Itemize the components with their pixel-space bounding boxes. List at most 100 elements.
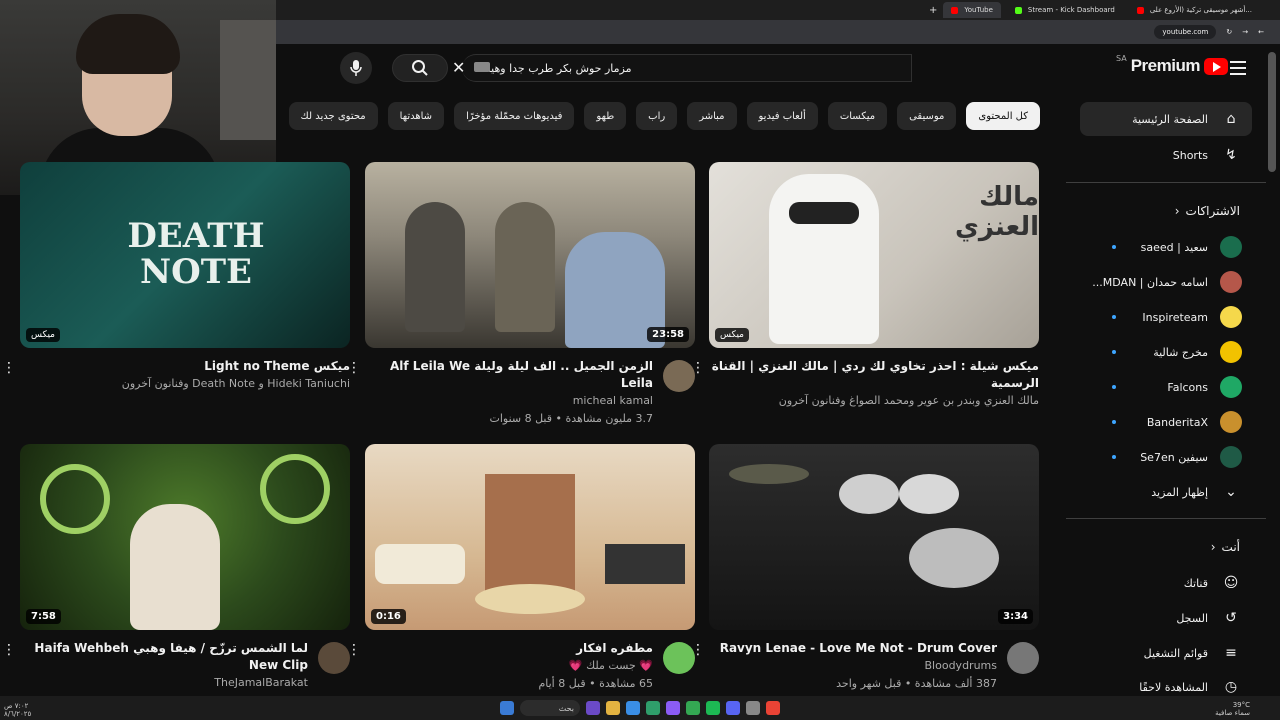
sidebar-sub-falcons[interactable]: Falcons bbox=[1080, 370, 1252, 404]
video-thumbnail[interactable]: DEATH NOTE ميكس bbox=[20, 162, 350, 348]
new-content-dot bbox=[1112, 385, 1116, 389]
chip-cooking[interactable]: طهو bbox=[584, 102, 627, 130]
sidebar-item-history[interactable]: ↺ السجل bbox=[1080, 601, 1252, 635]
video-channel[interactable]: micheal kamal bbox=[365, 392, 653, 410]
chip-recently-uploaded[interactable]: فيديوهات محمّلة مؤخرًا bbox=[454, 102, 575, 130]
youtube-play-icon bbox=[1203, 57, 1228, 75]
sidebar-sub-banderitax[interactable]: BanderitaX bbox=[1080, 405, 1252, 439]
app-icon[interactable] bbox=[726, 701, 740, 715]
you-header[interactable]: أنت ‹ bbox=[1080, 540, 1252, 554]
video-thumbnail[interactable]: 0:16 bbox=[365, 444, 695, 630]
video-stats: 65 مشاهدة • قبل 8 أيام bbox=[538, 677, 653, 690]
channel-avatar[interactable] bbox=[663, 642, 695, 674]
video-channel[interactable]: TheJamalBarakat bbox=[20, 674, 308, 692]
video-title[interactable]: الزمن الجميل .. الف ليلة وليلة Alf Leila… bbox=[365, 358, 653, 392]
sidebar-item-home[interactable]: ⌂ الصفحة الرئيسية bbox=[1080, 102, 1252, 136]
sidebar-sub-inspireteam[interactable]: Inspireteam bbox=[1080, 300, 1252, 334]
new-tab-button[interactable]: + bbox=[929, 5, 937, 16]
video-card[interactable]: 7:58 لما الشمس ترزّح / هيفا وهبي Haifa W… bbox=[2, 444, 350, 692]
chip-all[interactable]: كل المحتوى bbox=[966, 102, 1040, 130]
video-thumbnail[interactable]: 3:34 bbox=[709, 444, 1039, 630]
video-meta: مطفره افكار 💗 جست ملك 💗 65 مشاهدة • قبل … bbox=[347, 630, 695, 693]
search-button[interactable] bbox=[392, 54, 448, 82]
channel-icon: ☺ bbox=[1223, 575, 1239, 591]
video-title[interactable]: Ravyn Lenae - Love Me Not - Drum Cover bbox=[709, 640, 997, 657]
video-title[interactable]: ميكس شيلة : احذر تخاوي لك ردي | مالك الع… bbox=[709, 358, 1039, 392]
hamburger-menu-button[interactable] bbox=[1226, 56, 1250, 80]
store-icon[interactable] bbox=[626, 701, 640, 715]
avatar bbox=[1220, 376, 1242, 398]
sidebar-item-playlists[interactable]: ≡ قوائم التشغيل bbox=[1080, 636, 1252, 670]
background-lamp bbox=[220, 20, 276, 140]
video-title[interactable]: مطفره افكار bbox=[365, 640, 653, 657]
video-channel[interactable]: Bloodydrums bbox=[709, 657, 997, 675]
taskbar-search[interactable]: بحث bbox=[520, 700, 580, 716]
chip-rap[interactable]: راب bbox=[636, 102, 678, 130]
chip-live[interactable]: مباشر bbox=[687, 102, 737, 130]
app-icon[interactable] bbox=[746, 701, 760, 715]
video-thumbnail[interactable]: 23:58 bbox=[365, 162, 695, 348]
refresh-icon[interactable]: ↻ bbox=[1226, 28, 1232, 36]
channel-avatar[interactable] bbox=[318, 642, 350, 674]
video-thumbnail[interactable]: مالك العنزي ميكس bbox=[709, 162, 1039, 348]
sidebar-sub-se7en[interactable]: سيفين Se7en bbox=[1080, 440, 1252, 474]
video-duration: 0:16 bbox=[371, 609, 406, 624]
search-query-text: مزمار حوش بكر طرب جدا وهيامه bbox=[476, 61, 632, 75]
app-icon[interactable] bbox=[706, 701, 720, 715]
sidebar-item-shorts[interactable]: ↯ Shorts bbox=[1080, 138, 1252, 172]
video-channel[interactable]: Hideki Taniuchi و Death Note وفنانون آخر… bbox=[20, 375, 350, 393]
subscriptions-header[interactable]: الاشتراكات ‹ bbox=[1080, 204, 1252, 218]
thumbnail-bed bbox=[605, 544, 685, 584]
video-thumbnail[interactable]: 7:58 bbox=[20, 444, 350, 630]
more-options-icon[interactable]: ⋮ bbox=[2, 360, 16, 376]
back-icon[interactable]: ← bbox=[1258, 28, 1264, 36]
video-card[interactable]: 3:34 Ravyn Lenae - Love Me Not - Drum Co… bbox=[691, 444, 1039, 693]
video-title[interactable]: لما الشمس ترزّح / هيفا وهبي Haifa Wehbeh… bbox=[20, 640, 308, 674]
tab-kick[interactable]: Stream - Kick Dashboard bbox=[1007, 2, 1123, 18]
start-icon[interactable] bbox=[500, 701, 514, 715]
chip-watched[interactable]: شاهدتها bbox=[387, 102, 445, 130]
channel-avatar[interactable] bbox=[1007, 642, 1039, 674]
video-channel[interactable]: 💗 جست ملك 💗 bbox=[365, 657, 653, 675]
video-card[interactable]: 23:58 الزمن الجميل .. الف ليلة وليلة Alf… bbox=[347, 162, 695, 428]
tab-youtube[interactable]: YouTube bbox=[943, 2, 1001, 18]
chrome-icon[interactable] bbox=[766, 701, 780, 715]
video-channel[interactable]: مالك العنزي وبندر بن عوير ومحمد الصواغ و… bbox=[709, 392, 1039, 410]
forward-icon[interactable]: → bbox=[1242, 28, 1248, 36]
sidebar-item-label: Inspireteam bbox=[1142, 310, 1208, 324]
video-duration: 7:58 bbox=[26, 609, 61, 624]
video-card[interactable]: 0:16 مطفره افكار 💗 جست ملك 💗 65 مشاهدة •… bbox=[347, 444, 695, 693]
chip-music[interactable]: موسيقى bbox=[897, 102, 957, 130]
weather-widget[interactable]: 39°C سماء صافية bbox=[1215, 701, 1250, 717]
more-options-icon[interactable]: ⋮ bbox=[2, 642, 16, 658]
video-title[interactable]: ميكس Light no Theme bbox=[20, 358, 350, 375]
windows-taskbar: بحث ٧:٠٢ ص ٨/٦/٢٠٢٥ 39°C سماء صافية bbox=[0, 696, 1280, 720]
chip-gaming[interactable]: ألعاب فيديو bbox=[746, 102, 818, 130]
discord-icon[interactable] bbox=[666, 701, 680, 715]
sidebar-item-your-channel[interactable]: ☺ قناتك bbox=[1080, 566, 1252, 600]
sidebar-sub-saeed[interactable]: سعيد | saeed bbox=[1080, 230, 1252, 264]
show-more-button[interactable]: ⌄ إظهار المزيد bbox=[1080, 475, 1252, 509]
keyboard-icon[interactable] bbox=[474, 62, 490, 72]
chip-new-to-you[interactable]: محتوى جديد لك bbox=[288, 102, 378, 130]
search-input[interactable]: مزمار حوش بكر طرب جدا وهيامه bbox=[462, 54, 912, 82]
tab-turkish-music[interactable]: أشهر موسيقى تركية (الأروع على... bbox=[1129, 2, 1260, 18]
sidebar-sub-mdan[interactable]: اسامه حمدان | MDAN... bbox=[1080, 265, 1252, 299]
page-scrollbar[interactable] bbox=[1268, 52, 1276, 172]
youtube-premium-logo[interactable]: SA Premium bbox=[1116, 54, 1228, 76]
url-field[interactable]: youtube.com bbox=[1154, 25, 1217, 39]
video-card[interactable]: DEATH NOTE ميكس ميكس Light no Theme Hide… bbox=[2, 162, 350, 393]
clear-search-icon[interactable]: ✕ bbox=[452, 58, 465, 77]
chrome-icon[interactable] bbox=[686, 701, 700, 715]
chip-mixes[interactable]: ميكسات bbox=[827, 102, 888, 130]
folder-icon[interactable] bbox=[606, 701, 620, 715]
system-tray[interactable]: ٧:٠٢ ص ٨/٦/٢٠٢٥ bbox=[4, 702, 31, 718]
weather-text: سماء صافية bbox=[1215, 709, 1250, 717]
sidebar-item-label: Shorts bbox=[1172, 148, 1208, 162]
app-icon[interactable] bbox=[586, 701, 600, 715]
app-icon[interactable] bbox=[646, 701, 660, 715]
channel-avatar[interactable] bbox=[663, 360, 695, 392]
video-card[interactable]: مالك العنزي ميكس ميكس شيلة : احذر تخاوي … bbox=[691, 162, 1039, 410]
sidebar-sub-director[interactable]: مخرج شالية bbox=[1080, 335, 1252, 369]
voice-search-button[interactable] bbox=[340, 52, 372, 84]
